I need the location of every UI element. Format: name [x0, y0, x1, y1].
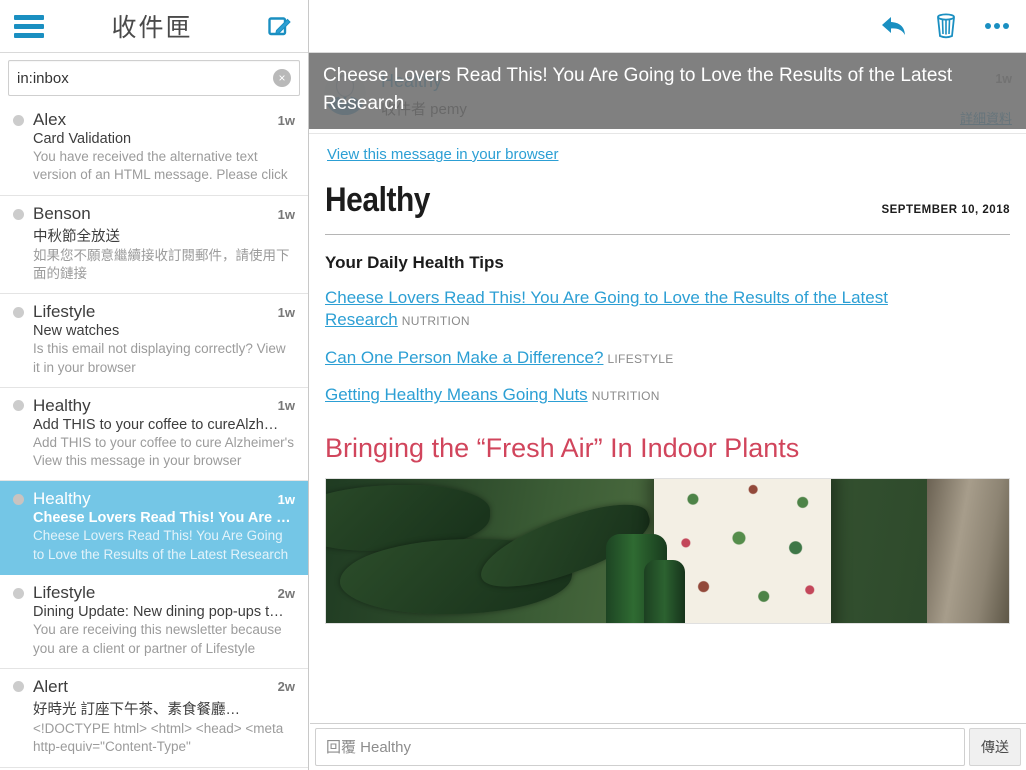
tip-item: Can One Person Make a Difference? LIFESTY…: [325, 347, 1010, 369]
list-item-preview: Cheese Lovers Read This! You Are Going t…: [33, 528, 289, 562]
list-item-header: Benson 1w: [13, 204, 295, 224]
tip-category: LIFESTYLE: [607, 351, 674, 366]
list-item-preview: Add THIS to your coffee to cure Alzheime…: [33, 434, 294, 469]
unread-dot-icon: [13, 493, 24, 505]
list-item-preview: 如果您不願意繼續接收訂閱郵件，請使用下面的鏈接: [33, 248, 290, 282]
list-item-subject: Card Validation: [33, 131, 132, 147]
list-item-subject: 中秋節全放送: [33, 229, 120, 245]
list-item-sender: Lifestyle: [33, 302, 96, 322]
tip-item: Cheese Lovers Read This! You Are Going t…: [325, 287, 1010, 332]
list-item-preview: <!DOCTYPE html> <html> <head> <meta http…: [33, 720, 284, 754]
unread-dot-icon: [13, 681, 24, 693]
list-item-preview: You have received the alternative text v…: [33, 149, 288, 183]
newsletter-header: Healthy SEPTEMBER 10, 2018: [325, 173, 1010, 235]
list-item-selected[interactable]: Healthy 1w Cheese Lovers Read This! You …: [0, 481, 308, 576]
list-item-sender: Alex: [33, 110, 67, 129]
view-in-browser-link[interactable]: View this message in your browser: [327, 146, 559, 163]
tips-heading: Your Daily Health Tips: [325, 253, 504, 272]
unread-dot-icon: [13, 208, 24, 220]
clear-search-icon[interactable]: ×: [273, 69, 291, 87]
list-item-header: Lifestyle 2w: [13, 583, 295, 603]
list-item-sender: Healthy: [33, 395, 91, 415]
blanket-fringe-shape: [927, 478, 1009, 623]
list-item[interactable]: Alex 1w Card Validation You have receive…: [0, 102, 308, 196]
tip-item: Getting Healthy Means Going Nuts NUTRITIO…: [325, 384, 1010, 406]
tip-link[interactable]: Getting Healthy Means Going Nuts: [325, 385, 588, 404]
cactus-shape: [643, 559, 685, 623]
list-item-time: 1w: [277, 491, 295, 507]
reply-arrow-icon[interactable]: [880, 13, 908, 39]
search-area: ×: [0, 53, 308, 102]
unread-dot-icon: [13, 306, 24, 318]
list-item-sender: Benson: [33, 204, 91, 223]
feature-headline: Bringing the “Fresh Air” In Indoor Plant…: [325, 432, 800, 463]
reading-pane: Cheese Lovers Read This! You Are Going t…: [309, 0, 1026, 770]
mail-app: 收件匣 × Alex 1w Card Validatio: [0, 0, 1026, 770]
list-item-sender: Alert: [33, 676, 68, 696]
list-item[interactable]: Lifestyle 2w Dining Update: New dining p…: [0, 575, 308, 669]
unread-dot-icon: [13, 114, 24, 126]
tip-category: NUTRITION: [591, 389, 660, 404]
list-item-sender: Lifestyle: [33, 583, 96, 603]
list-item-time: 1w: [277, 398, 295, 414]
list-item-sender: Healthy: [33, 489, 91, 509]
mailbox-pane: 收件匣 × Alex 1w Card Validatio: [0, 0, 309, 770]
list-item-time: 1w: [277, 304, 295, 320]
newsletter-logo: Healthy: [325, 181, 431, 219]
newsletter-date: SEPTEMBER 10, 2018: [881, 204, 1010, 216]
list-item[interactable]: Alert 2w 好時光 訂座下午茶、素食餐廳… <!DOCTYPE html>…: [0, 669, 308, 768]
more-options-icon[interactable]: [984, 21, 1010, 31]
mailbox-title: 收件匣: [111, 14, 193, 42]
reply-input[interactable]: [315, 728, 965, 766]
mail-list[interactable]: Alex 1w Card Validation You have receive…: [0, 102, 308, 770]
message-subject: Cheese Lovers Read This! You Are Going t…: [309, 53, 1026, 129]
message-body-area[interactable]: Cheese Lovers Read This! You Are Going t…: [309, 53, 1026, 770]
message-content: View this message in your browser Health…: [309, 134, 1026, 624]
newsletter: Healthy SEPTEMBER 10, 2018 Your Daily He…: [309, 173, 1026, 624]
search-input[interactable]: [9, 69, 299, 87]
list-item-preview: You are receiving this newsletter becaus…: [33, 622, 282, 656]
unread-dot-icon: [13, 400, 24, 412]
trash-icon[interactable]: [934, 12, 958, 40]
list-item[interactable]: Lifestyle 1w New watches Is this email n…: [0, 294, 308, 388]
list-item-header: Healthy 1w: [13, 396, 295, 416]
list-item[interactable]: Benson 1w 中秋節全放送 如果您不願意繼續接收訂閱郵件，請使用下面的鏈接: [0, 196, 308, 295]
list-item-time: 2w: [277, 585, 295, 601]
search-box[interactable]: ×: [8, 60, 300, 96]
list-item-subject: Add THIS to your coffee to cureAlzh…: [33, 416, 279, 433]
list-item-subject: New watches: [33, 323, 120, 340]
list-item-preview: Is this email not displaying correctly? …: [33, 341, 286, 375]
unread-dot-icon: [13, 587, 24, 599]
list-item-header: Alert 2w: [13, 677, 295, 697]
mailbox-header: 收件匣: [0, 0, 308, 53]
list-item-time: 1w: [277, 112, 295, 128]
list-item-time: 1w: [277, 206, 295, 222]
tip-link[interactable]: Can One Person Make a Difference?: [325, 348, 603, 367]
list-item[interactable]: Healthy 1w Add THIS to your coffee to cu…: [0, 388, 308, 482]
reply-bar: 傳送: [310, 723, 1026, 770]
tip-category: NUTRITION: [401, 314, 470, 329]
send-button[interactable]: 傳送: [969, 728, 1021, 766]
list-item-time: 2w: [277, 679, 295, 695]
list-item-header: Alex 1w: [13, 110, 295, 130]
compose-icon[interactable]: [266, 12, 294, 40]
message-toolbar: [309, 0, 1026, 53]
list-item-header: Lifestyle 1w: [13, 302, 295, 322]
list-item-subject: Dining Update: New dining pop-ups t…: [33, 604, 284, 621]
list-item-subject: Cheese Lovers Read This! You Are …: [33, 510, 291, 527]
list-item-subject: 好時光 訂座下午茶、素食餐廳…: [33, 701, 241, 718]
feature-photo[interactable]: [325, 477, 1010, 624]
list-item-header: Healthy 1w: [13, 489, 295, 509]
